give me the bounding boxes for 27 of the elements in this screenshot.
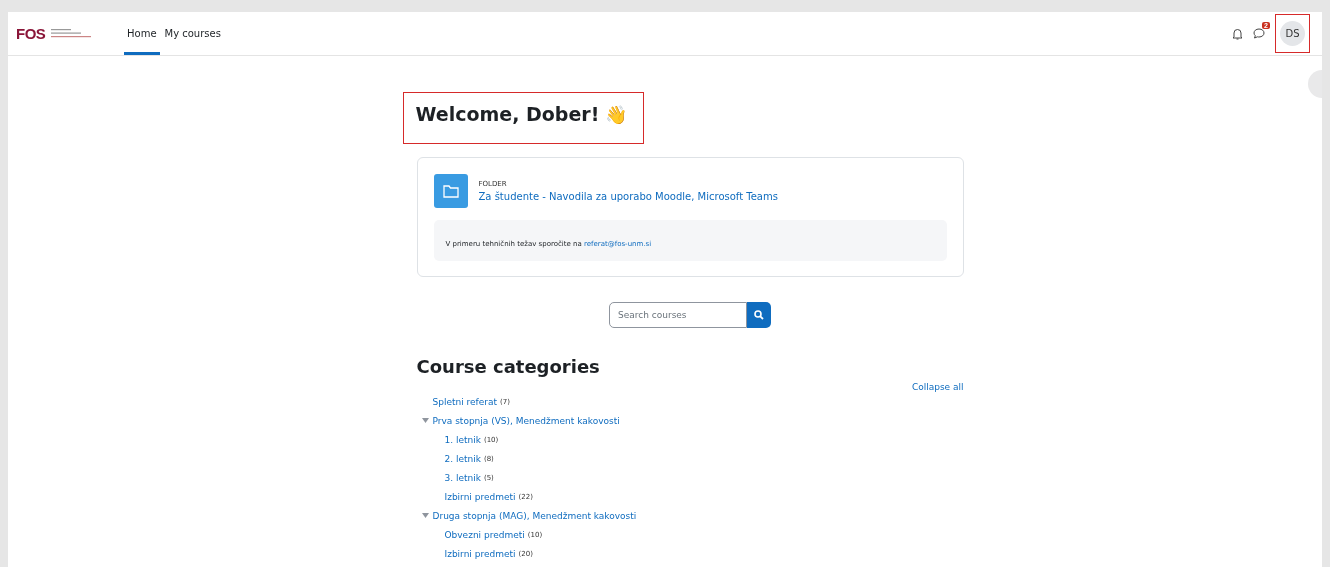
category-link[interactable]: Spletni referat: [432, 396, 498, 407]
category-link[interactable]: 1. letnik: [444, 434, 481, 445]
waving-hand-emoji: 👋: [605, 103, 628, 125]
caret-down-icon[interactable]: [421, 513, 429, 518]
category-link[interactable]: 3. letnik: [444, 472, 481, 483]
nav-tab[interactable]: Home: [124, 12, 160, 55]
category-link[interactable]: Obvezni predmeti: [444, 529, 525, 540]
logo-tagline-drawing: [51, 28, 92, 39]
category-link[interactable]: 2. letnik: [444, 453, 481, 464]
folder-icon: [433, 174, 468, 208]
search-button[interactable]: [747, 302, 771, 328]
search-field[interactable]: Search courses: [609, 302, 747, 328]
folder-link[interactable]: Za študente - Navodila za uporabo Moodle, Microsoft Teams: [478, 191, 778, 202]
section-heading: Course categories: [416, 356, 601, 377]
chat-bubble-icon[interactable]: [1253, 28, 1265, 39]
logo-mark[interactable]: FOS: [16, 25, 46, 42]
user-avatar[interactable]: DS: [1280, 21, 1305, 46]
category-link[interactable]: Izbirni predmeti: [444, 548, 516, 559]
bell-icon[interactable]: [1232, 27, 1243, 40]
category-link[interactable]: Izbirni predmeti: [444, 491, 516, 502]
nav-tab[interactable]: My courses: [161, 12, 224, 55]
welcome-heading: Welcome, Dober!: [415, 103, 600, 125]
category-link[interactable]: Druga stopnja (MAG), Menedžment kakovosti: [432, 510, 637, 521]
category-link[interactable]: Prva stopnja (VS), Menedžment kakovosti: [432, 415, 620, 426]
search-icon: [754, 310, 764, 320]
collapse-all-link[interactable]: Collapse all: [911, 382, 964, 392]
caret-down-icon[interactable]: [421, 418, 429, 423]
